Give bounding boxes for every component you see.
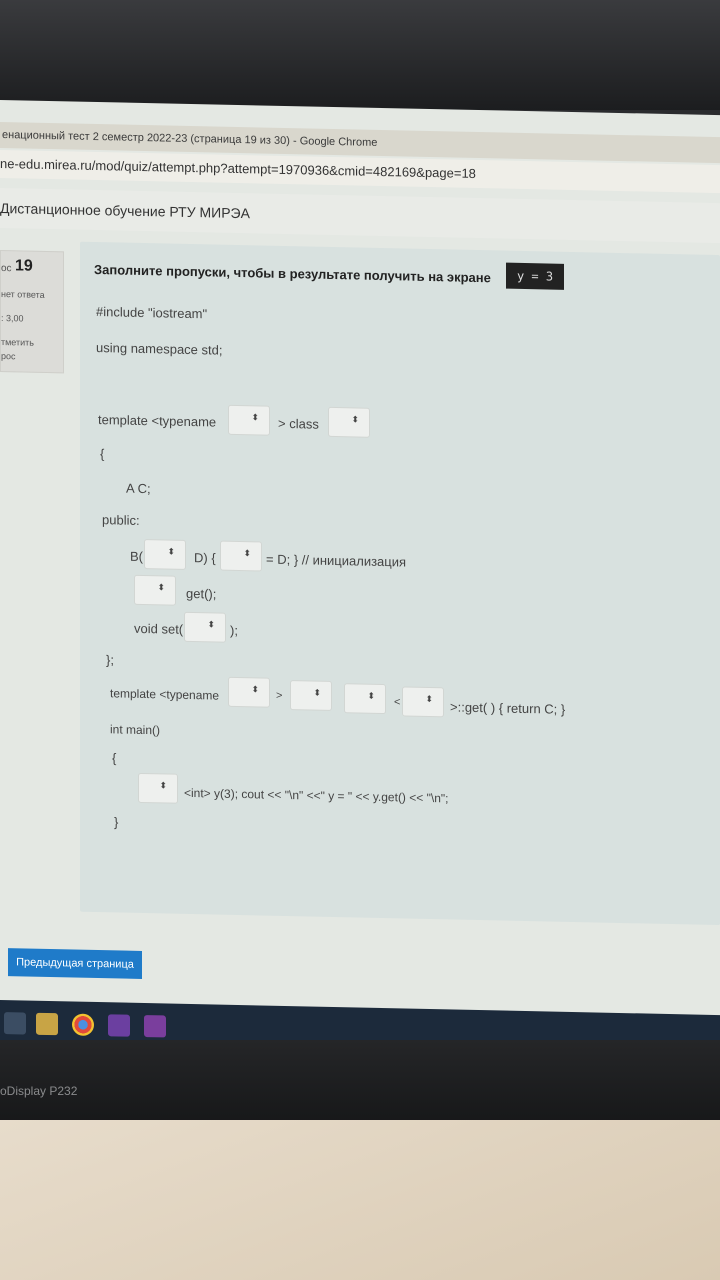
code-template2-c: <: [394, 696, 401, 709]
blank-select-1[interactable]: ⬍: [228, 404, 270, 436]
blank-select-10[interactable]: ⬍: [402, 686, 444, 718]
question-info-panel: ос 19 нет ответа : 3,00 тметить рос: [0, 250, 64, 374]
dropdown-arrow-icon: ⬍: [243, 548, 251, 559]
question-label: ос: [1, 263, 12, 275]
question-score: : 3,00: [1, 313, 24, 324]
monitor-screen: енационный тест 2 семестр 2022-23 (стран…: [0, 100, 720, 1076]
dropdown-arrow-icon: ⬍: [351, 414, 359, 425]
dropdown-arrow-icon: ⬍: [159, 780, 167, 791]
code-getter: get();: [186, 585, 217, 602]
dropdown-arrow-icon: ⬍: [425, 693, 433, 705]
blank-select-7[interactable]: ⬍: [228, 676, 270, 708]
code-main: int main(): [110, 722, 161, 738]
file-explorer-icon[interactable]: [36, 1012, 58, 1036]
code-setter-a: void set(: [134, 620, 184, 637]
code-brace-close-2: }: [114, 814, 119, 830]
monitor-brand-label: oDisplay P232: [0, 1084, 78, 1098]
code-template2-b: >: [276, 689, 283, 702]
desk-surface: [0, 1120, 720, 1280]
blank-select-6[interactable]: ⬍: [184, 611, 226, 643]
code-ctor-a: B(: [130, 548, 143, 564]
code-template2-a: template <typename: [110, 686, 220, 703]
expected-output: y = 3: [506, 262, 564, 290]
site-header[interactable]: Дистанционное обучение РТУ МИРЭА: [0, 188, 720, 244]
code-public: public:: [102, 512, 140, 528]
question-prompt: Заполните пропуски, чтобы в результате п…: [94, 261, 491, 286]
question-content: Заполните пропуски, чтобы в результате п…: [80, 241, 720, 926]
dropdown-arrow-icon: ⬍: [157, 582, 165, 593]
code-setter-b: );: [230, 622, 238, 638]
blank-select-9[interactable]: ⬍: [344, 683, 386, 715]
previous-page-button[interactable]: Предыдущая страница: [8, 948, 142, 979]
dropdown-arrow-icon: ⬍: [207, 619, 215, 630]
code-main-body: <int> y(3); cout << "\n" <<" y = " << y.…: [184, 785, 449, 806]
question-status: нет ответа: [1, 289, 45, 300]
blank-select-4[interactable]: ⬍: [220, 540, 262, 572]
windows-start-icon[interactable]: [4, 1012, 26, 1035]
code-ctor-c: = D; } // инициализация: [266, 551, 407, 570]
dropdown-arrow-icon: ⬍: [251, 684, 259, 695]
blank-select-8[interactable]: ⬍: [290, 680, 332, 711]
dropdown-arrow-icon: ⬍: [367, 690, 375, 701]
app-icon[interactable]: [144, 1015, 166, 1038]
flag-question-link-2[interactable]: рос: [1, 351, 16, 361]
code-template2-d: >::get( ) { return C; }: [450, 699, 566, 717]
blank-select-2[interactable]: ⬍: [328, 406, 370, 438]
code-template1-a: template <typename: [98, 412, 217, 430]
code-using: using namespace std;: [96, 340, 223, 358]
code-member: A C;: [126, 480, 151, 497]
code-brace-open-2: {: [112, 750, 117, 766]
code-class-end: };: [106, 652, 114, 668]
blank-select-11[interactable]: ⬍: [138, 772, 178, 804]
flag-question-link[interactable]: тметить: [1, 337, 34, 348]
chrome-icon[interactable]: [72, 1013, 94, 1036]
blank-select-3[interactable]: ⬍: [144, 539, 186, 570]
code-template1-b: > class: [278, 415, 319, 432]
code-brace-open: {: [100, 446, 105, 462]
dropdown-arrow-icon: ⬍: [251, 412, 259, 423]
dropdown-arrow-icon: ⬍: [313, 687, 321, 698]
code-ctor-b: D) {: [194, 550, 216, 566]
blank-select-5[interactable]: ⬍: [134, 574, 176, 606]
visual-studio-icon[interactable]: [108, 1014, 130, 1037]
code-include: #include "iostream": [96, 304, 208, 322]
monitor-bezel-top: [0, 0, 720, 110]
question-number: 19: [15, 257, 33, 275]
dropdown-arrow-icon: ⬍: [167, 546, 175, 557]
